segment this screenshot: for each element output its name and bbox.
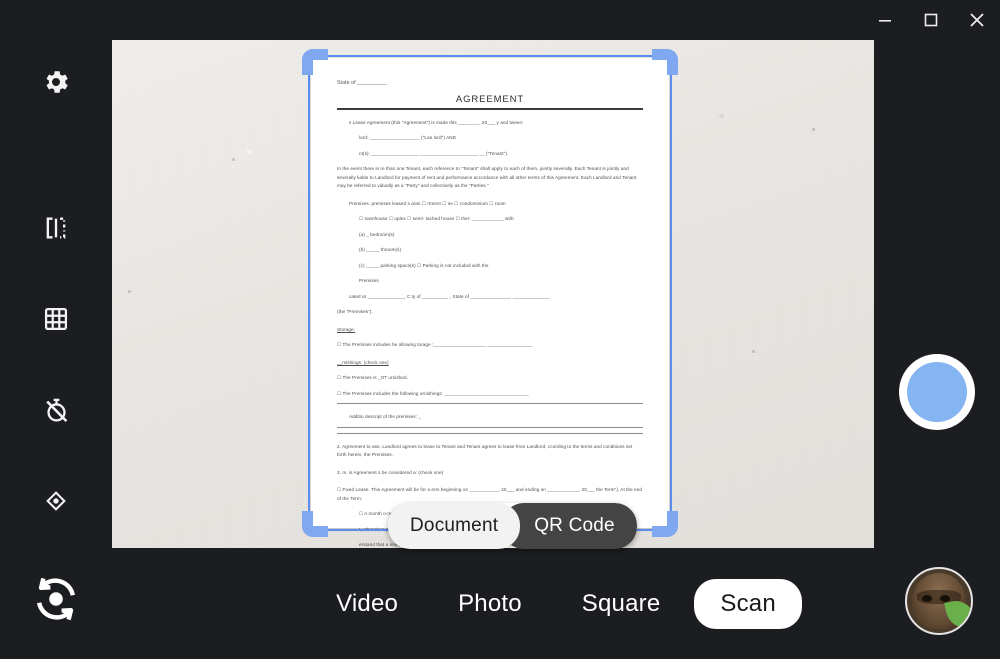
capture-mode-bar: Video Photo Square Scan: [112, 548, 1000, 659]
mode-video[interactable]: Video: [310, 579, 424, 629]
document-furnishings-line-1: ☐ The Premises is _OT urnished.: [337, 375, 409, 381]
switch-camera-button[interactable]: [22, 567, 90, 635]
sidebar-item-aspect-ratio[interactable]: [28, 200, 84, 256]
document-premises-tag: (the "Premises").: [337, 309, 373, 315]
document-furnishings-heading: __mishings: (check one): [337, 359, 389, 365]
close-icon: [967, 10, 987, 30]
document-premises-a: (a) _ bedroom(s): [359, 231, 395, 237]
document-paragraph-1: In the event there is re than one Tenant…: [337, 166, 637, 189]
maximize-button[interactable]: [908, 0, 954, 40]
grid-icon: [42, 305, 70, 333]
viewfinder-speck: [752, 350, 755, 353]
document-premises-b: (b) _____ throom(s): [359, 247, 402, 253]
mode-photo[interactable]: Photo: [432, 579, 548, 629]
document-located-at: cated at ______________, C ty of _______…: [349, 293, 550, 299]
document-state-of: State of __________: [337, 80, 388, 86]
document-furnishings-line-2: ☐ The Premises includes the following ur…: [337, 390, 529, 396]
aspect-ratio-icon: [42, 214, 70, 242]
document-premises-line: Premises. premises leased s a/an ☐ rtmen…: [349, 200, 506, 206]
stabilization-icon: [43, 488, 69, 514]
document-section-2: 2. Agreement to ase. Landlord agrees to …: [337, 443, 633, 458]
camera-viewfinder[interactable]: State of __________ AGREEMENT s Lease Ag…: [112, 40, 874, 548]
document-title-rule: [337, 108, 643, 110]
document-fixed-lease: ☐ Fixed Lease. This Agreement will be fo…: [337, 487, 643, 501]
document-blank-rule: [337, 426, 643, 428]
viewfinder-speck: [128, 290, 131, 293]
scan-type-toggle: Document QR Code: [388, 503, 637, 549]
scan-type-option-qr-code-visible[interactable]: QR Code: [502, 503, 637, 549]
camera-scan-app: State of __________ AGREEMENT s Lease Ag…: [0, 0, 1000, 659]
gear-icon: [41, 67, 71, 97]
window-titlebar: [0, 0, 1000, 40]
document-landlord-line: lord: ___________________ ("Lan lord") A…: [359, 135, 457, 141]
maximize-icon: [922, 11, 940, 29]
shutter-icon: [907, 362, 967, 422]
viewfinder-speck: [232, 158, 235, 161]
timer-off-icon: [42, 396, 71, 425]
sidebar-item-settings[interactable]: [28, 54, 84, 110]
shutter-button[interactable]: [899, 354, 975, 430]
sidebar-item-grid[interactable]: [28, 291, 84, 347]
close-button[interactable]: [954, 0, 1000, 40]
viewfinder-speck: [812, 128, 815, 131]
scan-type-option-document[interactable]: Document: [388, 503, 521, 549]
document-section-3: 3. m. is Agreement s be considered a: (c…: [337, 469, 444, 475]
document-intro: s Lease Agreement (this "Agreement") is …: [349, 120, 524, 125]
mode-square[interactable]: Square: [556, 579, 687, 629]
document-additional-desc: Additio descript of the premises: _: [349, 414, 421, 420]
switch-camera-icon: [28, 571, 84, 632]
document-title: AGREEMENT: [455, 94, 525, 105]
document-storage-line: ☐ The Premises includes he ollowing tora…: [337, 342, 533, 348]
minimize-button[interactable]: [862, 0, 908, 40]
minimize-icon: [876, 11, 894, 29]
document-blank-rule: [337, 403, 643, 405]
sidebar-item-timer-off[interactable]: [28, 382, 84, 438]
document-blank-rule: [337, 432, 643, 434]
document-premises-c2: Premises: [359, 278, 379, 284]
document-premises-c: (c) _____ parking space(s) ☐ Parking is …: [359, 262, 489, 268]
document-storage-heading: Storage:: [337, 326, 356, 332]
settings-rail: [0, 0, 112, 659]
sidebar-item-stabilization[interactable]: [28, 473, 84, 529]
document-tenant-line: nt(s): __________________ ______________…: [359, 150, 509, 156]
scanned-document: State of __________ AGREEMENT s Lease Ag…: [311, 58, 669, 547]
document-premises-line-2: ☐ townhouse ☐ uplex ☐ semi- tached house…: [359, 216, 515, 222]
document-content: State of __________ AGREEMENT s Lease Ag…: [311, 58, 669, 547]
mode-scan[interactable]: Scan: [694, 578, 802, 629]
